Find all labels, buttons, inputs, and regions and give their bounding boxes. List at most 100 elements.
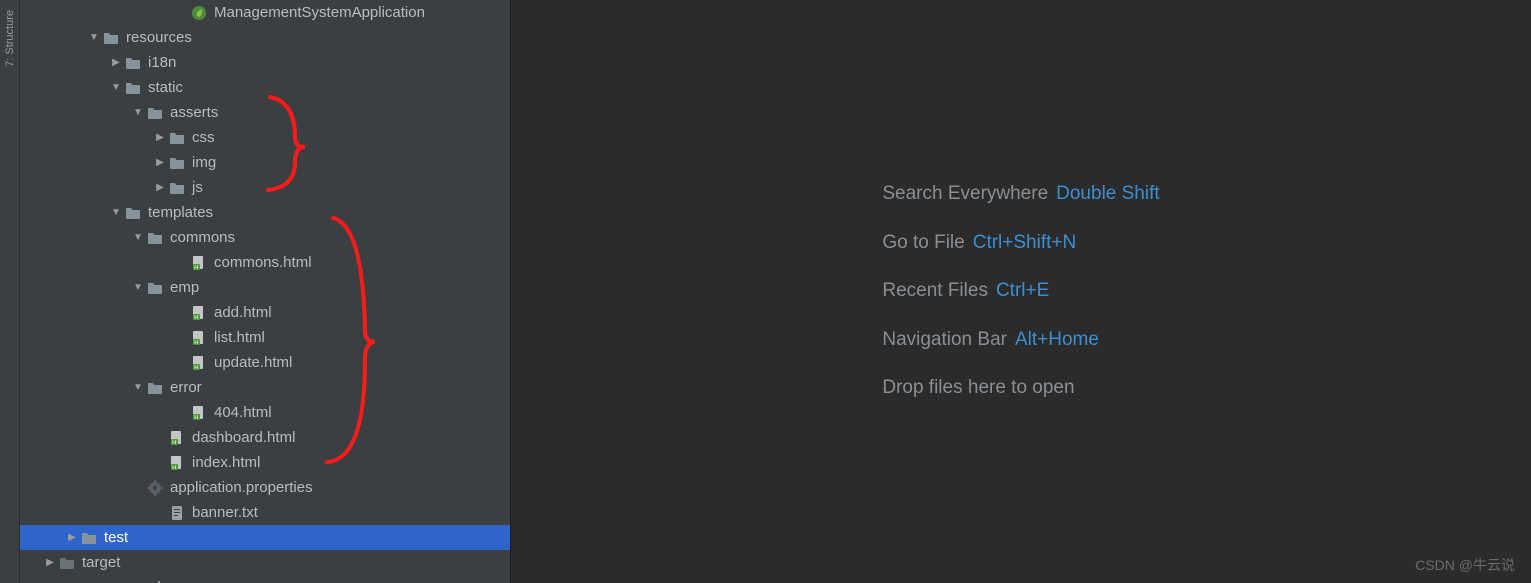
props-icon	[146, 479, 164, 497]
chevron-right-icon[interactable]: ▶	[42, 555, 58, 571]
hint-line: Search EverywhereDouble Shift	[882, 181, 1159, 208]
tree-row-static[interactable]: ▼ static	[20, 75, 510, 100]
tree-row-commons-html[interactable]: ▶Hcommons.html	[20, 250, 510, 275]
indent	[20, 87, 108, 88]
chevron-down-icon[interactable]: ▼	[130, 230, 146, 246]
tree-item-label: emp	[170, 279, 199, 296]
tree-row-i18n[interactable]: ▶ i18n	[20, 50, 510, 75]
hint-shortcut: Ctrl+Shift+N	[973, 232, 1076, 253]
html-icon: H	[190, 254, 208, 272]
tree-row-asserts[interactable]: ▼asserts	[20, 100, 510, 125]
chevron-right-icon[interactable]: ▶	[152, 130, 168, 146]
tree-item-label: add.html	[214, 304, 272, 321]
hint-text: Recent Files	[882, 280, 988, 301]
structure-tool-label[interactable]: 7: Structure	[4, 10, 16, 67]
tool-window-gutter[interactable]: 7: Structure	[0, 0, 20, 583]
folder-icon	[146, 379, 164, 397]
tree-row-target[interactable]: ▶target	[20, 550, 510, 575]
chevron-right-icon[interactable]: ▶	[152, 180, 168, 196]
folder-icon	[168, 154, 186, 172]
hint-line: Drop files here to open	[882, 375, 1159, 402]
project-tree-panel[interactable]: ▶ManagementSystemApplication▼resources▶i…	[20, 0, 510, 583]
tree-row-404-html[interactable]: ▶H404.html	[20, 400, 510, 425]
svg-text:H: H	[172, 465, 176, 471]
chevron-down-icon[interactable]: ▼	[108, 205, 124, 221]
maven-icon: m	[80, 579, 98, 583]
editor-empty-state[interactable]: Search EverywhereDouble ShiftGo to FileC…	[510, 0, 1531, 583]
indent	[20, 562, 42, 563]
hint-text: Search Everywhere	[882, 183, 1048, 204]
html-icon: H	[190, 354, 208, 372]
tree-row-index-html[interactable]: ▶Hindex.html	[20, 450, 510, 475]
chevron-down-icon[interactable]: ▼	[86, 30, 102, 46]
html-icon: H	[190, 404, 208, 422]
hint-line: Navigation BarAlt+Home	[882, 327, 1159, 354]
tree-item-label: 404.html	[214, 404, 272, 421]
chevron-down-icon[interactable]: ▼	[130, 105, 146, 121]
tree-item-label: test	[104, 529, 128, 546]
chevron-down-icon[interactable]: ▼	[108, 80, 124, 96]
chevron-right-icon[interactable]: ▶	[152, 155, 168, 171]
chevron-down-icon[interactable]: ▼	[130, 380, 146, 396]
indent	[20, 112, 130, 113]
html-icon: H	[190, 329, 208, 347]
folder-icon	[146, 229, 164, 247]
folder-icon	[168, 129, 186, 147]
hint-shortcut: Ctrl+E	[996, 280, 1049, 301]
spring-icon	[190, 4, 208, 22]
tree-row-error[interactable]: ▼ error	[20, 375, 510, 400]
folder-icon	[146, 279, 164, 297]
tree-row-list-html[interactable]: ▶Hlist.html	[20, 325, 510, 350]
folder-dim-icon	[58, 554, 76, 572]
tree-item-label: pom.xml	[104, 579, 161, 583]
indent	[20, 462, 152, 463]
svg-text:H: H	[194, 415, 198, 421]
tree-item-label: application.properties	[170, 479, 313, 496]
indent	[20, 12, 174, 13]
tree-item-label: img	[192, 154, 216, 171]
svg-text:H: H	[194, 340, 198, 346]
tree-row-pom-xml[interactable]: ▶mpom.xml	[20, 575, 510, 583]
tree-row-commons[interactable]: ▼commons	[20, 225, 510, 250]
folder-icon	[124, 204, 142, 222]
indent	[20, 137, 152, 138]
tree-item-label: error	[170, 379, 202, 396]
editor-hints: Search EverywhereDouble ShiftGo to FileC…	[882, 159, 1159, 424]
indent	[20, 537, 64, 538]
tree-row-img[interactable]: ▶ img	[20, 150, 510, 175]
tree-item-label: i18n	[148, 54, 176, 71]
tree-row-emp[interactable]: ▼ emp	[20, 275, 510, 300]
html-icon: H	[168, 429, 186, 447]
folder-icon	[146, 104, 164, 122]
tree-row-managementsystemapplication[interactable]: ▶ManagementSystemApplication	[20, 0, 510, 25]
tree-item-label: commons.html	[214, 254, 312, 271]
indent	[20, 212, 108, 213]
tree-row-update-html[interactable]: ▶Hupdate.html	[20, 350, 510, 375]
tree-item-label: resources	[126, 29, 192, 46]
tree-row-css[interactable]: ▶css	[20, 125, 510, 150]
hint-text: Navigation Bar	[882, 329, 1007, 350]
tree-row-application-properties[interactable]: ▶application.properties	[20, 475, 510, 500]
txt-icon	[168, 504, 186, 522]
tree-row-add-html[interactable]: ▶Hadd.html	[20, 300, 510, 325]
tree-row-banner-txt[interactable]: ▶banner.txt	[20, 500, 510, 525]
html-icon: H	[190, 304, 208, 322]
tree-item-label: static	[148, 79, 183, 96]
indent	[20, 512, 152, 513]
tree-row-templates[interactable]: ▼ templates	[20, 200, 510, 225]
tree-row-resources[interactable]: ▼ resources	[20, 25, 510, 50]
indent	[20, 237, 130, 238]
watermark: CSDN @牛云说	[1415, 555, 1515, 575]
chevron-down-icon[interactable]: ▼	[130, 280, 146, 296]
tree-row-dashboard-html[interactable]: ▶Hdashboard.html	[20, 425, 510, 450]
tree-row-test[interactable]: ▶ test	[20, 525, 510, 550]
tree-item-label: update.html	[214, 354, 292, 371]
indent	[20, 287, 130, 288]
indent	[20, 262, 174, 263]
indent	[20, 412, 174, 413]
chevron-right-icon[interactable]: ▶	[64, 530, 80, 546]
chevron-right-icon[interactable]: ▶	[108, 55, 124, 71]
tree-item-label: templates	[148, 204, 213, 221]
tree-row-js[interactable]: ▶js	[20, 175, 510, 200]
svg-text:H: H	[194, 315, 198, 321]
